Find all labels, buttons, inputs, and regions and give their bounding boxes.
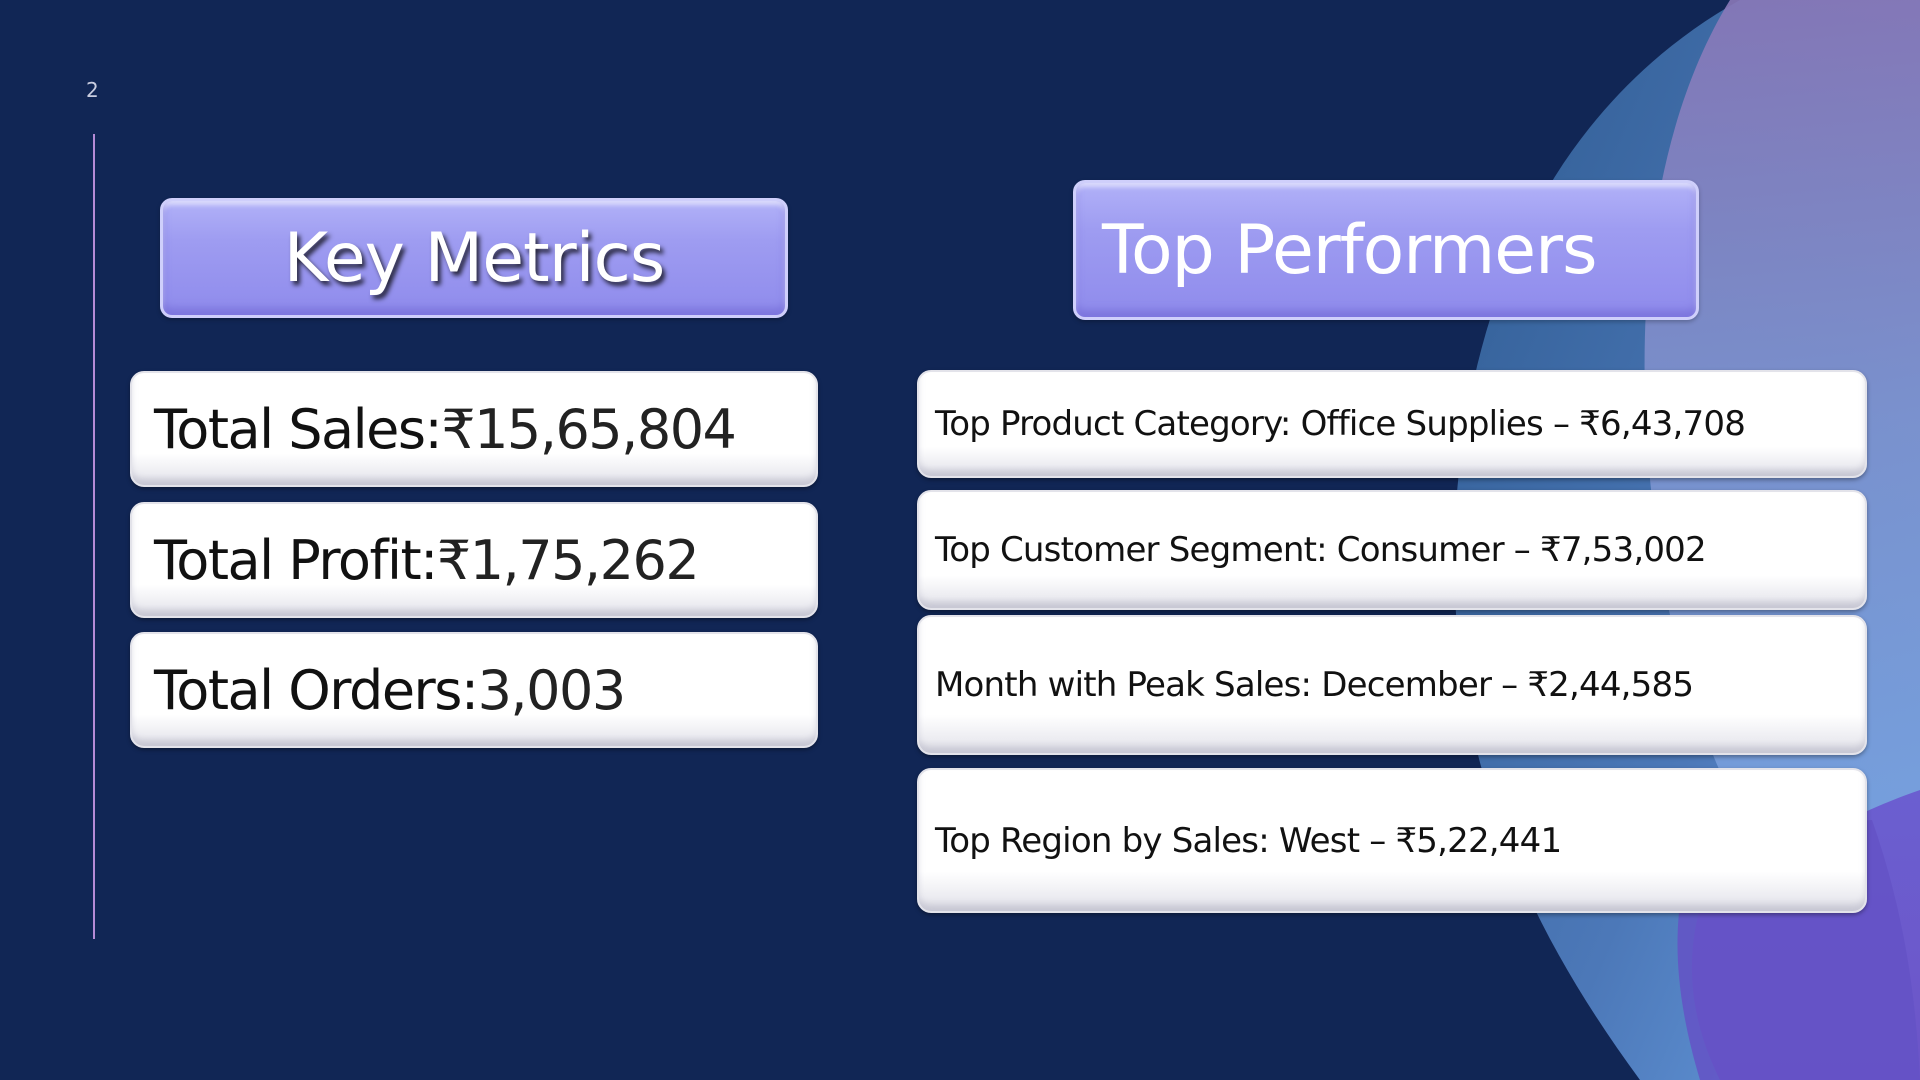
metric-card-total-profit: Total Profit: ₹1,75,262 [130, 502, 818, 618]
performer-text: Top Region by Sales: West – ₹5,22,441 [935, 820, 1562, 861]
performer-card-top-customer-segment: Top Customer Segment: Consumer – ₹7,53,0… [917, 490, 1867, 610]
metric-separator: : [460, 658, 479, 722]
performer-card-top-region: Top Region by Sales: West – ₹5,22,441 [917, 768, 1867, 913]
metric-card-total-orders: Total Orders: 3,003 [130, 632, 818, 748]
performer-text: Top Customer Segment: Consumer – ₹7,53,0… [935, 530, 1707, 570]
performer-card-top-product-category: Top Product Category: Office Supplies – … [917, 370, 1867, 478]
key-metrics-title-text: Key Metrics [283, 218, 666, 298]
performer-text: Month with Peak Sales: December – ₹2,44,… [935, 665, 1694, 705]
metric-label: Total Sales [154, 397, 426, 461]
top-performers-title: Top Performers [1073, 180, 1699, 320]
metric-card-total-sales: Total Sales: ₹15,65,804 [130, 371, 818, 487]
performer-card-peak-sales-month: Month with Peak Sales: December – ₹2,44,… [917, 615, 1867, 755]
top-performers-title-text: Top Performers [1102, 210, 1598, 290]
metric-label: Total Orders [154, 658, 462, 722]
metric-label: Total Profit [154, 528, 422, 592]
metric-value: ₹1,75,262 [436, 528, 700, 592]
metric-value: 3,003 [477, 658, 627, 722]
performer-text: Top Product Category: Office Supplies – … [935, 404, 1746, 444]
metric-separator: : [424, 397, 443, 461]
metric-value: ₹15,65,804 [441, 397, 737, 461]
metric-separator: : [420, 528, 438, 592]
key-metrics-title: Key Metrics [160, 198, 788, 318]
accent-line [93, 134, 95, 939]
slide-number: 2 [86, 78, 99, 102]
